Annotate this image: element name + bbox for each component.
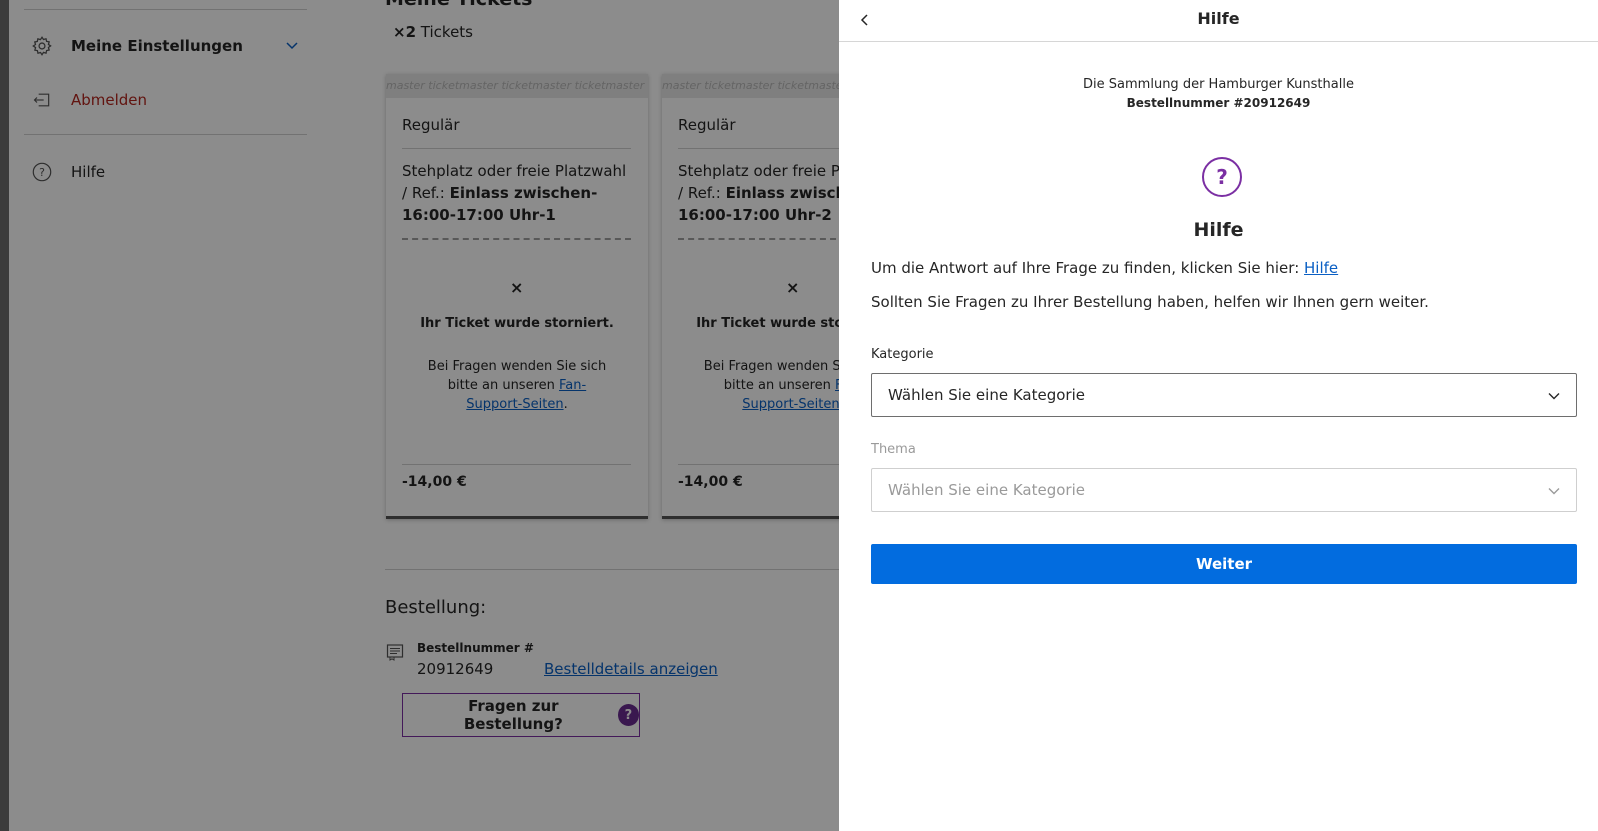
- order-number-line: Bestellnummer #20912649: [1126, 96, 1311, 110]
- topic-select[interactable]: Wählen Sie eine Kategorie: [871, 468, 1577, 512]
- topic-select-value: Wählen Sie eine Kategorie: [888, 481, 1085, 499]
- modal-backdrop[interactable]: [0, 0, 839, 831]
- category-label: Kategorie: [871, 347, 934, 362]
- chevron-down-icon: [1548, 488, 1560, 495]
- help-heading: Hilfe: [1193, 219, 1244, 241]
- event-name: Die Sammlung der Hamburger Kunsthalle: [1083, 77, 1354, 92]
- help-support-text: Sollten Sie Fragen zu Ihrer Bestellung h…: [871, 293, 1429, 311]
- help-instruction: Um die Antwort auf Ihre Frage zu finden,…: [871, 259, 1339, 277]
- drawer-title: Hilfe: [1197, 9, 1240, 28]
- chevron-down-icon: [1548, 393, 1560, 400]
- continue-button[interactable]: Weiter: [871, 544, 1577, 584]
- category-select-value: Wählen Sie eine Kategorie: [888, 386, 1085, 404]
- help-drawer: Hilfe Die Sammlung der Hamburger Kunstha…: [839, 0, 1598, 831]
- category-select[interactable]: Wählen Sie eine Kategorie: [871, 373, 1577, 417]
- help-circle-icon: ?: [1202, 157, 1242, 197]
- help-link[interactable]: Hilfe: [1304, 259, 1338, 277]
- drawer-header: Hilfe: [839, 0, 1598, 42]
- topic-label: Thema: [871, 442, 916, 457]
